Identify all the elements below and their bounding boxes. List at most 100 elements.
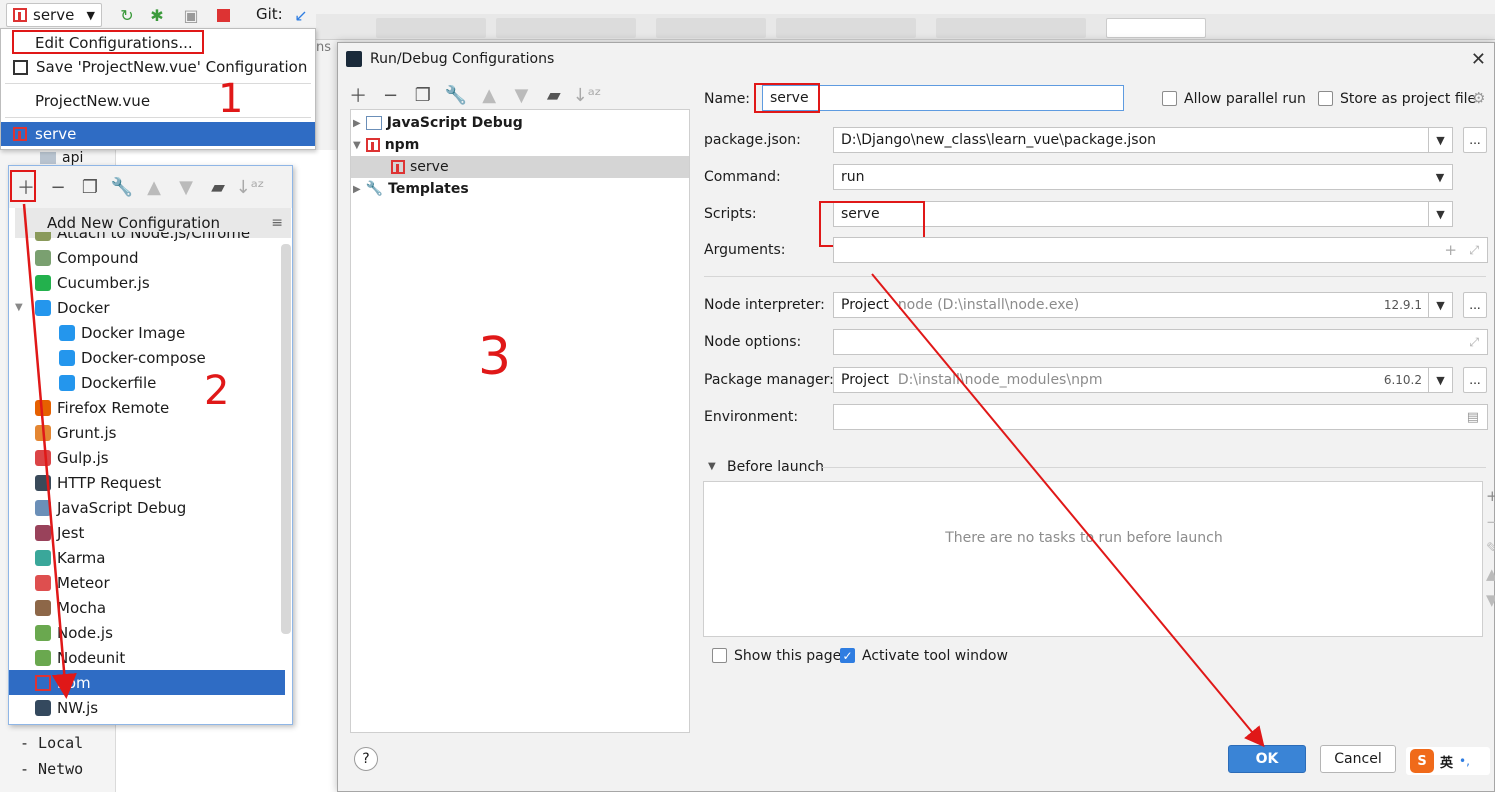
package-manager-combo[interactable]: Project D:\install\node_modules\npm 6.10… <box>833 367 1453 393</box>
ok-button[interactable]: OK <box>1228 745 1306 773</box>
package-json-combo[interactable]: D:\Django\new_class\learn_vue\package.js… <box>833 127 1453 153</box>
save-configuration-item[interactable]: Save 'ProjectNew.vue' Configuration <box>1 55 315 79</box>
ime-indicator[interactable]: S 英 •, <box>1406 747 1490 775</box>
rerun-icon[interactable]: ↻ <box>118 6 136 25</box>
editor-tab[interactable] <box>376 18 486 38</box>
config-type-item[interactable]: Docker Image <box>9 320 285 345</box>
debug-icon[interactable]: ✱ <box>148 6 166 25</box>
chevron-down-icon[interactable]: ▼ <box>1428 202 1452 226</box>
stop-icon[interactable] <box>214 6 232 24</box>
config-type-item[interactable]: npm <box>9 670 285 695</box>
git-update-icon[interactable]: ↙ <box>292 6 310 25</box>
copy-icon[interactable]: ❐ <box>413 84 433 106</box>
folder-add-icon[interactable]: ▰ <box>207 176 229 198</box>
expand-icon[interactable]: ⤢ <box>1469 243 1479 258</box>
chevron-down-icon[interactable]: ▼ <box>1428 165 1452 189</box>
collapse-arrow-icon[interactable]: ▼ <box>15 302 23 313</box>
move-down-icon[interactable]: ▼ <box>511 84 531 106</box>
chevron-down-icon[interactable]: ▼ <box>1428 128 1452 152</box>
config-type-item[interactable]: Docker-compose <box>9 345 285 370</box>
remove-icon[interactable]: − <box>47 176 69 198</box>
collapse-arrow-icon[interactable]: ▼ <box>353 140 361 151</box>
move-down-icon[interactable]: ▼ <box>175 176 197 198</box>
wrench-icon[interactable]: 🔧 <box>111 176 133 198</box>
collapse-icon[interactable]: ≡ <box>271 215 283 231</box>
editor-tab[interactable] <box>1106 18 1206 38</box>
folder-add-icon[interactable]: ▰ <box>544 84 564 106</box>
config-type-item[interactable]: Cucumber.js <box>9 270 285 295</box>
move-up-icon[interactable]: ▲ <box>479 84 499 106</box>
show-page-checkbox[interactable] <box>712 648 727 663</box>
tree-item-api[interactable]: api <box>40 150 83 166</box>
gear-icon[interactable]: ⚙ <box>1472 89 1485 107</box>
sort-icon[interactable]: ↓ᵃᶻ <box>236 176 265 198</box>
command-label: Command: <box>704 169 781 185</box>
chevron-down-icon[interactable]: ▼ <box>1428 368 1452 392</box>
add-icon[interactable]: ＋ <box>348 84 368 107</box>
edit-icon[interactable]: ✎ <box>1486 539 1495 557</box>
npm-icon <box>365 138 380 152</box>
add-icon[interactable]: + <box>1444 241 1457 259</box>
config-type-item[interactable]: Node.js <box>9 620 285 645</box>
store-project-checkbox[interactable] <box>1318 91 1333 106</box>
sort-icon[interactable]: ↓ᵃᶻ <box>573 84 602 106</box>
wrench-icon[interactable]: 🔧 <box>445 84 467 106</box>
serve-config-item[interactable]: serve <box>1 122 315 146</box>
config-type-item[interactable]: Karma <box>9 545 285 570</box>
config-type-item[interactable]: Firefox Remote <box>9 395 285 420</box>
list-scrollbar[interactable] <box>281 244 291 634</box>
expand-icon[interactable]: ▶ <box>353 184 361 195</box>
browse-button[interactable]: ... <box>1463 127 1487 153</box>
cancel-button[interactable]: Cancel <box>1320 745 1396 773</box>
activate-tool-checkbox[interactable]: ✓ <box>840 648 855 663</box>
browse-button[interactable]: ... <box>1463 292 1487 318</box>
environment-input[interactable]: ▤ <box>833 404 1488 430</box>
config-type-item[interactable]: Mocha <box>9 595 285 620</box>
config-type-item[interactable]: Nodeunit <box>9 645 285 670</box>
docker-icon <box>35 299 51 316</box>
coverage-icon[interactable]: ▣ <box>182 6 200 25</box>
node-interpreter-combo[interactable]: Project node (D:\install\node.exe) 12.9.… <box>833 292 1453 318</box>
config-type-item[interactable]: HTTP Request <box>9 470 285 495</box>
tree-node-serve[interactable]: serve <box>351 156 689 178</box>
config-type-item[interactable]: Grunt.js <box>9 420 285 445</box>
help-button[interactable]: ? <box>354 747 378 771</box>
tree-node-npm[interactable]: ▼ npm <box>353 134 419 156</box>
move-up-icon[interactable]: ▲ <box>1486 565 1495 583</box>
arguments-input[interactable]: + ⤢ <box>833 237 1488 263</box>
config-type-item[interactable]: JavaScript Debug <box>9 495 285 520</box>
config-type-item[interactable]: Gulp.js <box>9 445 285 470</box>
add-icon[interactable]: + <box>1486 487 1495 505</box>
config-type-item[interactable]: ▼ Docker <box>9 295 285 320</box>
config-type-item[interactable]: Dockerfile <box>9 370 285 395</box>
config-type-item[interactable]: Attach to Node.js/Chrome <box>9 232 285 245</box>
editor-tab[interactable] <box>656 18 766 38</box>
expand-icon[interactable]: ⤢ <box>1469 335 1479 350</box>
chevron-down-icon[interactable]: ▼ <box>1428 293 1452 317</box>
expand-icon[interactable]: ▶ <box>353 118 361 129</box>
allow-parallel-checkbox[interactable] <box>1162 91 1177 106</box>
close-icon[interactable]: ✕ <box>1471 49 1486 70</box>
command-combo[interactable]: run ▼ <box>833 164 1453 190</box>
tree-node-templates[interactable]: ▶ 🔧 Templates <box>353 178 469 200</box>
run-config-combo[interactable]: serve ▼ <box>6 3 102 27</box>
collapse-arrow-icon[interactable]: ▼ <box>708 461 716 472</box>
config-type-item[interactable]: Compound <box>9 245 285 270</box>
browse-button[interactable]: ... <box>1463 367 1487 393</box>
editor-tab[interactable] <box>496 18 636 38</box>
config-type-item[interactable]: NW.js <box>9 695 285 720</box>
node-options-input[interactable]: ⤢ <box>833 329 1488 355</box>
editor-tab[interactable] <box>936 18 1086 38</box>
edit-env-icon[interactable]: ▤ <box>1467 410 1479 425</box>
remove-icon[interactable]: − <box>1486 513 1495 531</box>
projectnew-config-item[interactable]: ProjectNew.vue <box>1 89 315 113</box>
move-up-icon[interactable]: ▲ <box>143 176 165 198</box>
remove-icon[interactable]: − <box>380 84 400 106</box>
config-type-item[interactable]: Meteor <box>9 570 285 595</box>
move-down-icon[interactable]: ▼ <box>1486 591 1495 609</box>
copy-icon[interactable]: ❐ <box>79 176 101 198</box>
config-type-item[interactable]: Jest <box>9 520 285 545</box>
tree-node-js-debug[interactable]: ▶ JavaScript Debug <box>353 112 523 134</box>
editor-tab[interactable] <box>776 18 916 38</box>
scripts-combo[interactable]: serve ▼ <box>833 201 1453 227</box>
